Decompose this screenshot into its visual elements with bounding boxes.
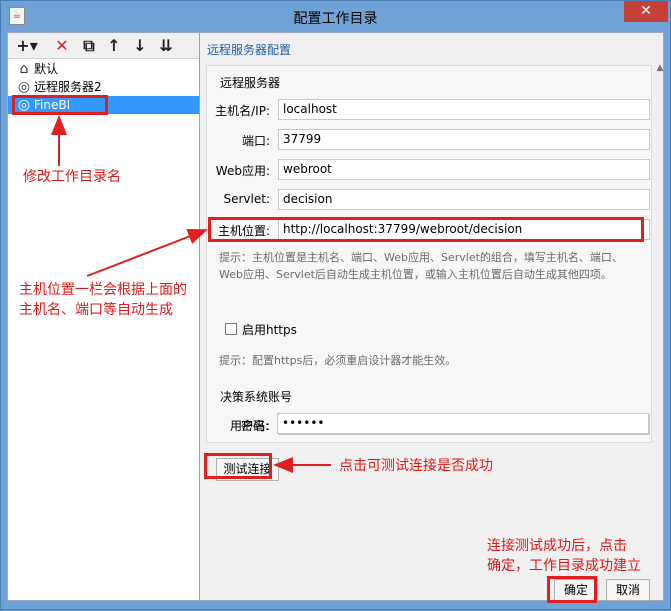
https-checkbox[interactable]: [225, 323, 237, 335]
move-down-button[interactable]: ↓: [130, 36, 150, 56]
close-button[interactable]: ✕: [624, 1, 668, 22]
move-bottom-button[interactable]: ⇊: [156, 36, 176, 56]
remote-server-section-title: 远程服务器: [220, 76, 281, 90]
tree-item-label: 远程服务器2: [34, 80, 102, 94]
tree-item-label: 默认: [34, 62, 59, 76]
location-hint-line2: Web应用、Servlet后自动生成主机位置，或输入主机位置后自动生成其他四项。: [219, 268, 612, 281]
success-annotation-line2: 确定，工作目录成功建立: [487, 558, 641, 574]
move-up-button[interactable]: ↑: [104, 36, 124, 56]
scroll-up-icon[interactable]: ▲: [654, 63, 666, 79]
location-hint-line1: 提示：主机位置是主机名、端口、Web应用、Servlet的组合，填写主机名、端口…: [219, 251, 623, 264]
panel-header: 远程服务器配置: [207, 43, 292, 57]
cancel-button[interactable]: 取消: [606, 579, 650, 601]
finebi-highlight-box: [12, 95, 108, 115]
password-label: 密码:: [240, 419, 269, 433]
password-input[interactable]: ••••••: [277, 413, 649, 434]
web-app-input[interactable]: webroot: [278, 159, 650, 180]
servlet-label: Servlet:: [223, 192, 271, 206]
ok-button-highlight-box: [547, 576, 597, 603]
test-annotation: 点击可测试连接是否成功: [339, 458, 493, 474]
config-panel: 远程服务器配置 ▲ 远程服务器 主机名/IP: localhost 端口: 37…: [201, 33, 666, 601]
port-label: 端口:: [241, 134, 270, 148]
web-app-label: Web应用:: [215, 164, 270, 178]
test-button-highlight-box: [204, 453, 272, 479]
port-input[interactable]: 37799: [278, 129, 650, 150]
title-bar[interactable]: ☕ 配置工作目录 ✕: [1, 1, 670, 32]
https-hint: 提示：配置https后，必须重启设计器才能生效。: [219, 354, 457, 367]
https-label[interactable]: 启用https: [242, 321, 297, 338]
location-highlight-box: [208, 217, 644, 242]
add-dropdown-button[interactable]: +▾: [14, 36, 40, 56]
location-annotation-line1: 主机位置一栏会根据上面的: [19, 282, 187, 298]
globe-icon: ◎: [17, 79, 31, 95]
rename-annotation: 修改工作目录名: [23, 169, 121, 185]
tree-item-default[interactable]: ⌂ 默认: [8, 60, 199, 78]
servlet-input[interactable]: decision: [278, 189, 650, 210]
home-icon: ⌂: [19, 61, 29, 77]
host-input[interactable]: localhost: [278, 99, 650, 120]
delete-button[interactable]: ✕: [52, 36, 72, 56]
tree-item-remote-server-2[interactable]: ◎ 远程服务器2: [8, 78, 199, 96]
account-section-title: 决策系统账号: [220, 390, 293, 404]
location-annotation-line2: 主机名、端口等自动生成: [19, 302, 173, 318]
directory-toolbar: +▾ ✕ ⧉ ↑ ↓ ⇊: [8, 33, 199, 59]
success-annotation-line1: 连接测试成功后，点击: [487, 538, 627, 554]
copy-button[interactable]: ⧉: [79, 36, 99, 56]
host-label: 主机名/IP:: [215, 104, 270, 118]
remote-server-group: 远程服务器 主机名/IP: localhost 端口: 37799 Web应用:…: [206, 65, 652, 443]
window-title: 配置工作目录: [293, 11, 378, 27]
config-window: ☕ 配置工作目录 ✕ +▾ ✕ ⧉ ↑ ↓ ⇊ ⌂ 默认 ◎ 远程服务器2 ◎ …: [0, 0, 671, 610]
